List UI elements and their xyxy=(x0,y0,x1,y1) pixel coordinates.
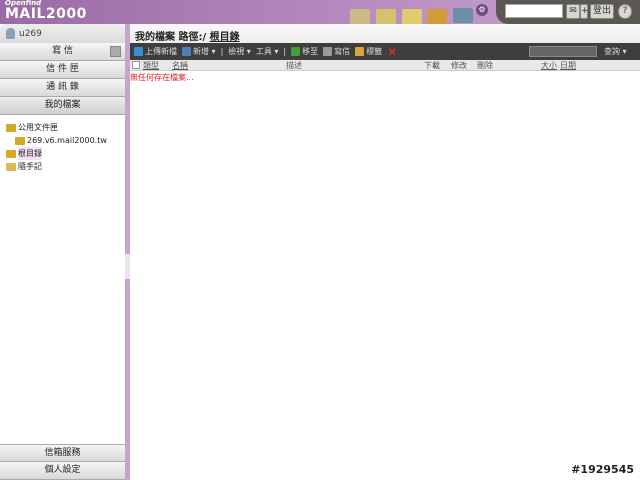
tree-item-notes[interactable]: 隨手記 xyxy=(6,160,125,173)
delete-icon[interactable]: ✕ xyxy=(387,45,397,59)
file-search-input[interactable] xyxy=(529,46,597,57)
header: Openfind MAIL2000 ⚙ ✉ + 登出 ? xyxy=(0,0,640,24)
col-delete: 刪除 xyxy=(477,61,493,70)
upload-button[interactable]: 上傳新檔 xyxy=(134,46,177,57)
header-search-input[interactable] xyxy=(505,4,563,18)
col-date[interactable]: 日期 xyxy=(560,60,576,71)
toolbar: 上傳新檔 新增 ▾ | 檢視 ▾ 工具 ▾ | 移至 寫信 標籤 ✕ 查詢 ▾ xyxy=(130,43,640,60)
tree-item-root[interactable]: 根目錄 xyxy=(6,147,125,160)
write-icon xyxy=(323,47,333,56)
col-edit: 修改 xyxy=(451,61,467,70)
advanced-search-button[interactable]: + xyxy=(580,4,589,19)
column-header: 類型 名稱 描述 下載 修改 刪除 大小 日期 xyxy=(130,60,640,71)
notes-icon[interactable] xyxy=(402,9,422,24)
help-button[interactable]: ? xyxy=(618,4,632,19)
sidebar-item-mail-service[interactable]: 信箱服務 xyxy=(0,444,125,462)
logout-button[interactable]: 登出 xyxy=(590,4,614,19)
col-name[interactable]: 名稱 xyxy=(172,60,188,71)
view-button[interactable]: 檢視 ▾ xyxy=(228,46,251,57)
wrench-icon[interactable]: ⚙ xyxy=(476,4,488,16)
upload-icon xyxy=(134,47,143,56)
username: u269 xyxy=(19,28,42,39)
user-icon xyxy=(6,28,15,39)
files-icon[interactable] xyxy=(376,9,396,24)
monitor-icon[interactable] xyxy=(453,8,473,23)
tools-button[interactable]: 工具 ▾ xyxy=(256,46,279,57)
logo[interactable]: Openfind MAIL2000 xyxy=(5,0,87,21)
col-type[interactable]: 類型 xyxy=(143,60,159,71)
watermark: #1929545 xyxy=(571,463,634,476)
popout-icon[interactable] xyxy=(110,46,121,57)
tag-button[interactable]: 標籤 xyxy=(355,46,382,57)
move-icon xyxy=(291,47,301,56)
mail-icon[interactable] xyxy=(350,9,370,24)
folder-icon xyxy=(6,149,16,158)
sidebar-item-compose[interactable]: 寫 信 xyxy=(0,43,125,61)
folder-icon xyxy=(6,123,16,132)
folder-tree: 公用文件匣 269.v6.mail2000.tw 根目錄 隨手記 xyxy=(0,115,125,173)
tree-item-domain[interactable]: 269.v6.mail2000.tw xyxy=(6,134,125,147)
folder-icon xyxy=(15,136,25,145)
tree-item-public[interactable]: 公用文件匣 xyxy=(6,121,125,134)
tag-icon xyxy=(355,47,365,56)
write-button[interactable]: 寫信 xyxy=(323,46,350,57)
move-button[interactable]: 移至 xyxy=(291,46,318,57)
note-icon xyxy=(6,162,16,171)
search-icon[interactable]: ✉ xyxy=(566,4,580,19)
sidebar-item-settings[interactable]: 個人設定 xyxy=(0,462,125,480)
sidebar-item-contacts[interactable]: 通 訊 錄 xyxy=(0,79,125,97)
search-button[interactable]: 查詢 ▾ xyxy=(604,46,627,57)
file-panel: 我的檔案 路徑:/ 根目錄 上傳新檔 新增 ▾ | 檢視 ▾ 工具 ▾ | 移至 寫… xyxy=(130,24,640,480)
tag-icon[interactable] xyxy=(427,9,447,24)
user-row: u269 xyxy=(0,24,125,43)
select-all-checkbox[interactable] xyxy=(132,61,140,69)
sidebar-item-inbox[interactable]: 信 件 匣 xyxy=(0,61,125,79)
sidebar-item-my-files[interactable]: 我的檔案 xyxy=(0,97,125,115)
col-size[interactable]: 大小 xyxy=(541,60,557,71)
path-root-link[interactable]: 根目錄 xyxy=(210,32,240,43)
page-title: 我的檔案 路徑:/ 根目錄 xyxy=(130,24,640,43)
col-download: 下載 xyxy=(424,61,440,70)
new-button[interactable]: 新增 ▾ xyxy=(182,46,216,57)
empty-message: 無任何存在檔案... xyxy=(130,73,194,82)
col-description: 描述 xyxy=(286,61,302,70)
new-icon xyxy=(182,47,191,56)
sidebar: u269 寫 信 信 件 匣 通 訊 錄 我的檔案 公用文件匣 269.v6.m… xyxy=(0,24,125,480)
